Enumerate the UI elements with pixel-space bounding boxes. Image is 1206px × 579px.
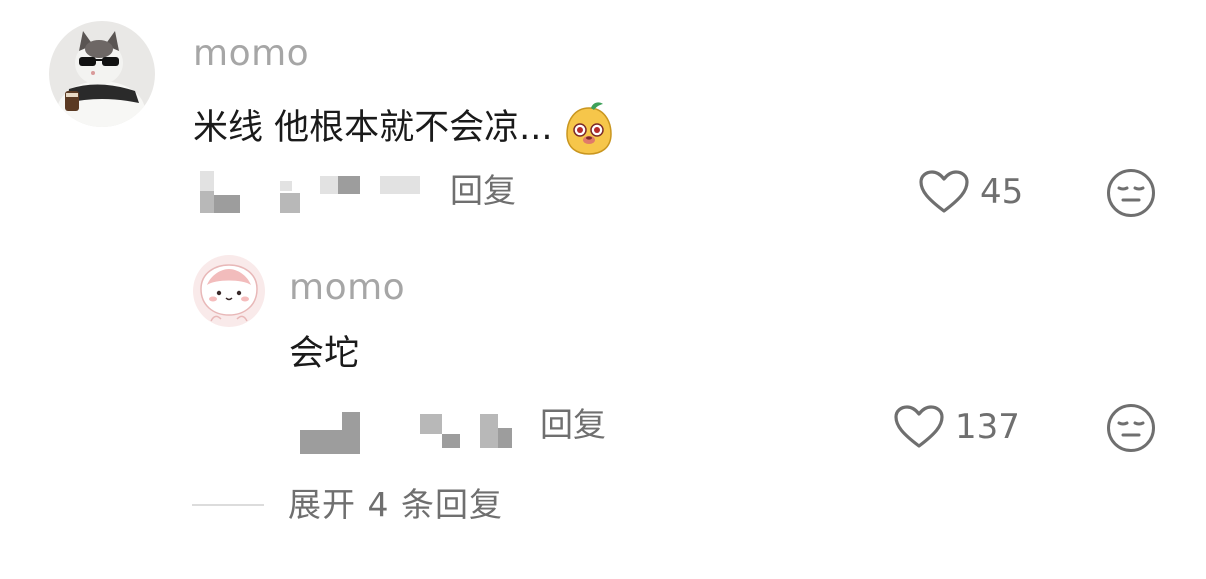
comment-thread: momo 米线 他根本就不会凉... 回复 45 momo 会坨 回复 137 … (0, 0, 1206, 579)
comment-username[interactable]: momo (193, 36, 309, 72)
expand-divider-line (192, 503, 264, 506)
reply-like-button[interactable]: 137 (893, 404, 1020, 450)
comment-reply-button[interactable]: 回复 (450, 174, 516, 207)
comment-dislike-button[interactable] (1106, 168, 1156, 218)
comment-meta-row: 回复 (200, 171, 540, 215)
comment-text-row: 米线 他根本就不会凉... (193, 100, 615, 156)
yellow-blob-emoji-icon (563, 100, 615, 156)
neutral-face-icon (1107, 169, 1155, 217)
comment-avatar[interactable] (49, 21, 155, 127)
reply-meta-row: 回复 (300, 406, 630, 454)
reply-username[interactable]: momo (289, 270, 405, 306)
neutral-face-icon (1107, 404, 1155, 452)
reply-like-count: 137 (955, 407, 1020, 447)
reply-text-row: 会坨 (289, 337, 359, 372)
expand-replies-label: 展开 4 条回复 (288, 485, 503, 524)
heart-outline-icon (919, 170, 969, 213)
reply-reply-button[interactable]: 回复 (540, 408, 606, 441)
reply-dislike-button[interactable] (1106, 403, 1156, 453)
cat-avatar-image (49, 21, 155, 127)
comment-text: 米线 他根本就不会凉... (193, 107, 553, 148)
reply-text: 会坨 (289, 334, 360, 374)
comment-like-count: 45 (980, 172, 1024, 212)
heart-outline-icon (894, 405, 944, 448)
comment-like-button[interactable]: 45 (918, 169, 1023, 215)
expand-replies-button[interactable]: 展开 4 条回复 (192, 488, 503, 521)
reply-avatar[interactable] (193, 255, 265, 327)
pink-blob-avatar-image (193, 255, 265, 327)
